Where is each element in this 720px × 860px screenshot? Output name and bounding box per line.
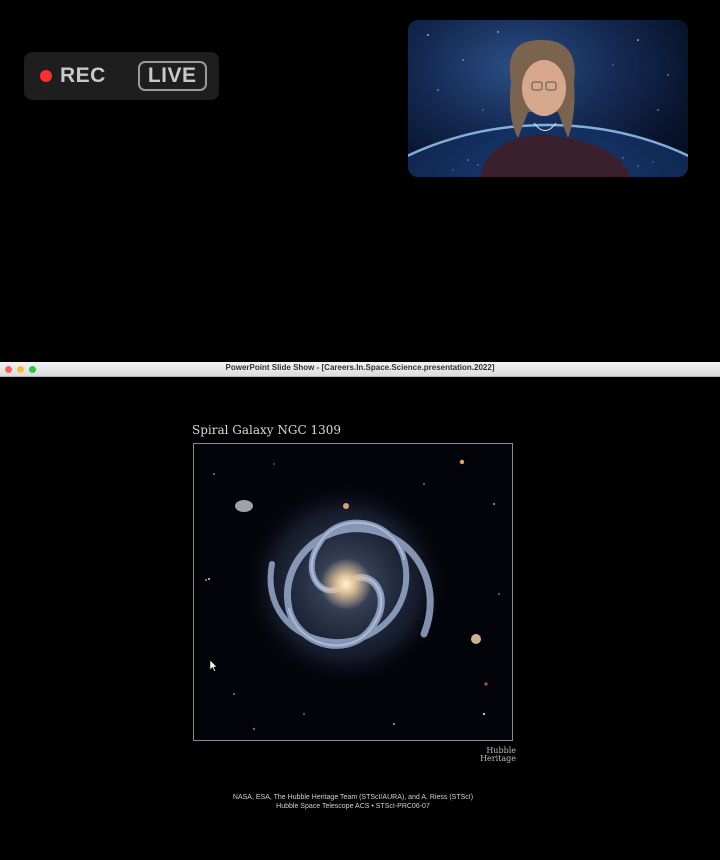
record-dot-icon xyxy=(40,70,52,82)
live-badge: LIVE xyxy=(137,61,207,91)
speaker-video-frame xyxy=(408,31,688,177)
image-credit-line-2: Hubble Space Telescope ACS • STScI-PRC06… xyxy=(276,803,430,810)
image-credit-line-1: NASA, ESA, The Hubble Heritage Team (STS… xyxy=(232,794,474,801)
presenter-figure xyxy=(480,40,630,177)
galaxy-core xyxy=(320,558,372,610)
galaxy-image xyxy=(193,443,513,741)
mouse-pointer-icon xyxy=(210,660,218,672)
window-titlebar[interactable]: PowerPoint Slide Show - [Careers.In.Spac… xyxy=(0,362,720,377)
speaker-video[interactable] xyxy=(408,20,688,177)
slideshow-window: PowerPoint Slide Show - [Careers.In.Spac… xyxy=(0,362,720,848)
window-title: PowerPoint Slide Show - [Careers.In.Spac… xyxy=(225,363,495,372)
hubble-heritage-logo: Hubble Heritage xyxy=(476,747,516,763)
recording-indicator: REC LIVE xyxy=(24,52,219,100)
rec-label: REC xyxy=(60,64,106,87)
slide-title: Spiral Galaxy NGC 1309 xyxy=(192,423,341,437)
logo-line-2: Heritage xyxy=(480,754,516,763)
